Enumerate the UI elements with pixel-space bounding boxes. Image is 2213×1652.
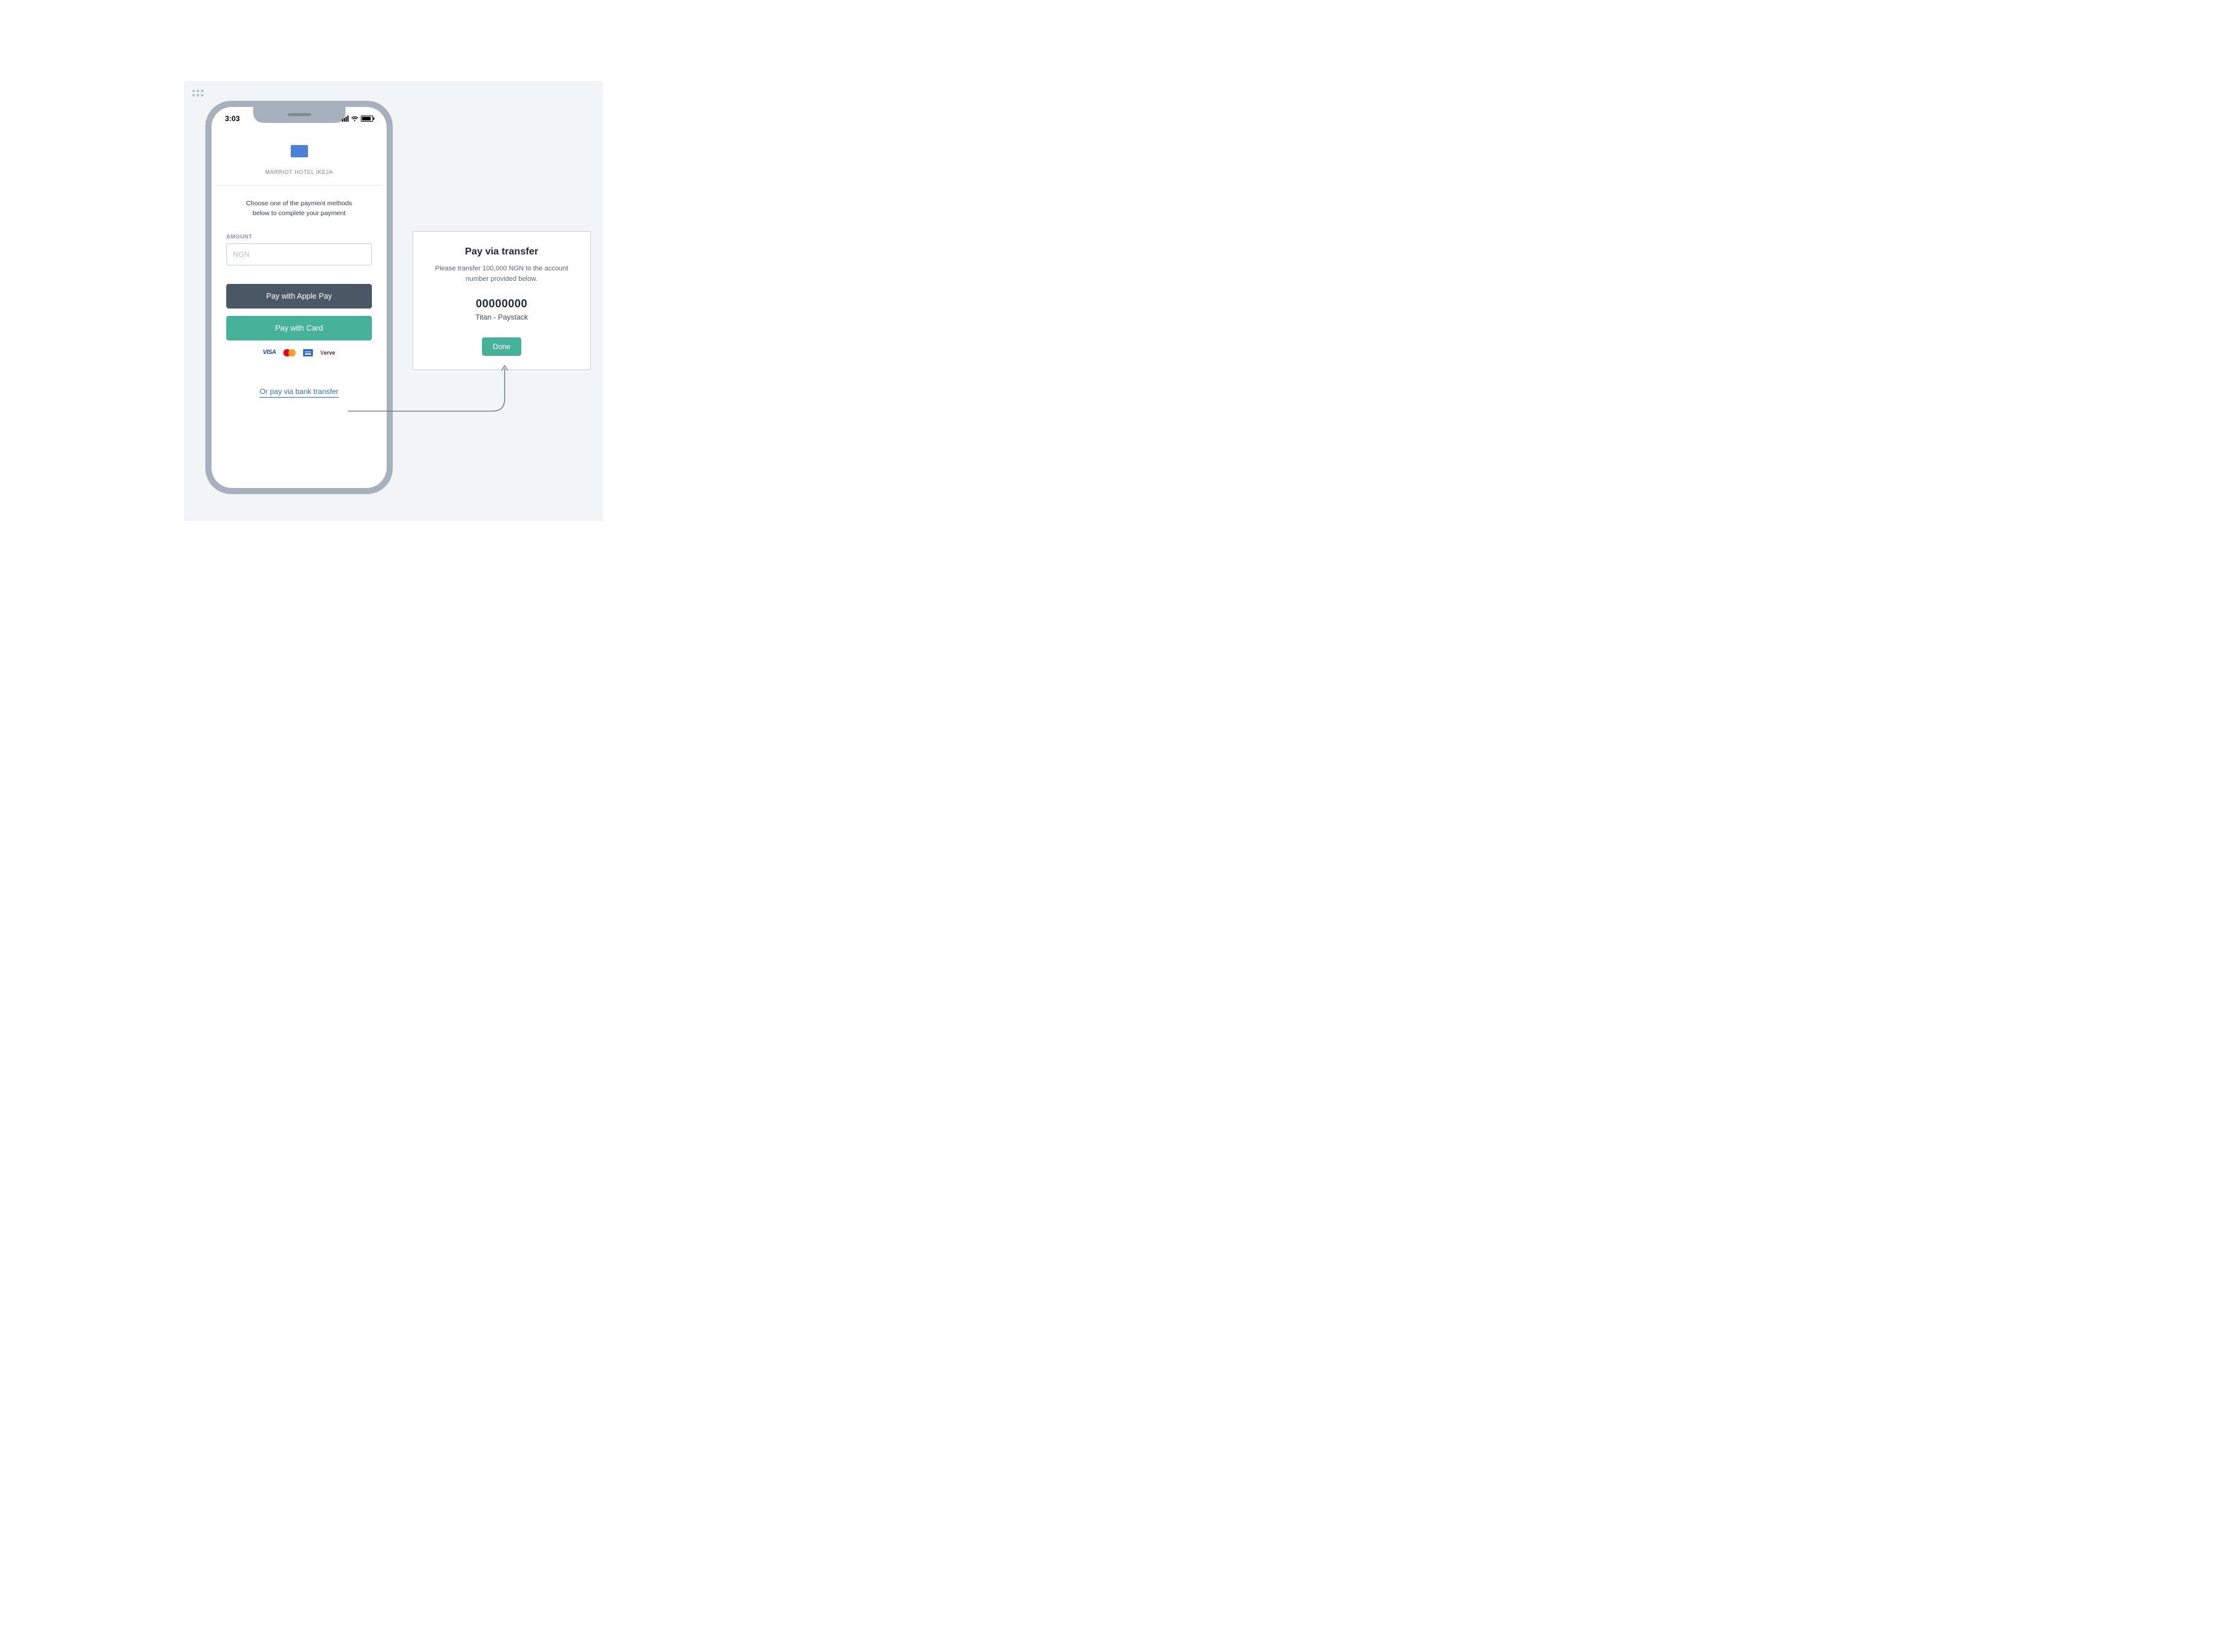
amex-icon [303,349,313,356]
merchant-logo [291,145,308,157]
transfer-modal-title: Pay via transfer [425,246,578,258]
done-button-label: Done [493,342,511,351]
transfer-modal-description: Please transfer 100,000 NGN to the accou… [425,264,578,284]
transfer-modal: Pay via transfer Please transfer 100,000… [412,231,591,370]
instruction-line-1: Choose one of the payment methods [236,199,362,209]
merchant-header: MARRIOT HOTEL IKEJA [216,130,382,186]
transfer-account-number: 00000000 [425,297,578,310]
mastercard-icon [283,349,296,356]
instruction-text: Choose one of the payment methods below … [211,186,387,219]
cellular-icon [342,116,349,122]
done-button[interactable]: Done [482,337,522,356]
phone-screen: 3:03 MARRIOT HOTEL IKEJA Ch [211,107,387,488]
status-time: 3:03 [225,114,240,123]
pay-with-card-label: Pay with Card [275,324,323,332]
amount-label: AMOUNT [211,234,387,240]
apple-pay-label: Pay with Apple Pay [266,292,332,301]
transfer-bank-name: Titan - Paystack [425,313,578,321]
amount-placeholder: NGN [233,250,250,259]
apple-pay-button[interactable]: Pay with Apple Pay [226,284,372,309]
card-brand-row: VISA Verve [211,349,387,356]
visa-icon: VISA [263,349,276,356]
status-bar: 3:03 [211,107,387,130]
bank-transfer-link[interactable]: Or pay via bank transfer [259,387,338,398]
wifi-icon [351,116,358,122]
merchant-name: MARRIOT HOTEL IKEJA [216,169,382,175]
drag-handle-icon[interactable] [192,90,203,97]
amount-input[interactable]: NGN [226,243,372,266]
instruction-line-2: below to complete your payment [236,209,362,219]
pay-with-card-button[interactable]: Pay with Card [226,316,372,340]
verve-icon: Verve [320,350,336,356]
figure-canvas: 3:03 MARRIOT HOTEL IKEJA Ch [184,82,602,521]
battery-icon [361,116,373,122]
bank-transfer-link-wrap: Or pay via bank transfer [211,386,387,397]
phone-frame: 3:03 MARRIOT HOTEL IKEJA Ch [205,101,393,494]
